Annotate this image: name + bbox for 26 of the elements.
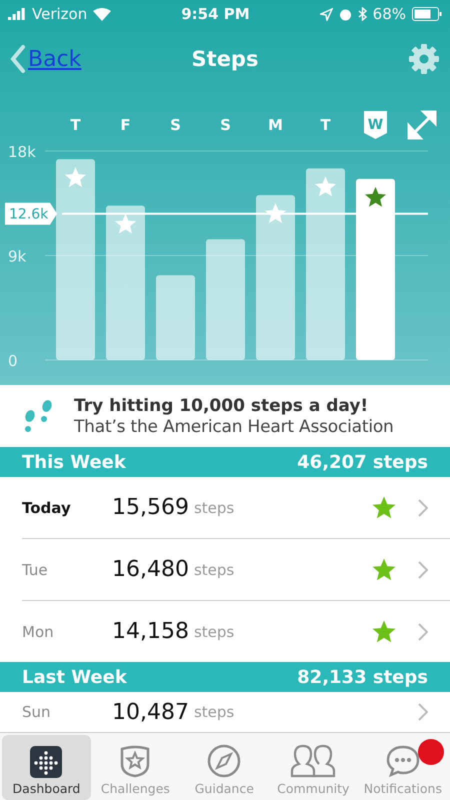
steps-unit: steps bbox=[194, 560, 234, 578]
step-count: 16,480 bbox=[112, 557, 189, 582]
week-header: Last Week 82,133 steps bbox=[0, 662, 450, 692]
step-count: 14,158 bbox=[112, 619, 189, 644]
steps-unit: steps bbox=[194, 498, 234, 516]
axis-label: 0 bbox=[8, 352, 18, 370]
steps-unit: steps bbox=[194, 703, 234, 721]
x-tick-label: W bbox=[368, 117, 384, 133]
clock-time: 9:54 PM bbox=[181, 5, 250, 23]
axis-label: 9k bbox=[8, 248, 26, 266]
day-label: Mon bbox=[22, 622, 55, 640]
week-header: This Week 46,207 steps bbox=[0, 447, 450, 477]
tip-subtitle: That’s the American Heart Association bbox=[74, 416, 394, 436]
tip-title: Try hitting 10,000 steps a day! bbox=[74, 396, 370, 416]
day-label: Sun bbox=[22, 703, 52, 721]
steps-unit: steps bbox=[194, 622, 234, 640]
axis-label: 18k bbox=[8, 143, 36, 161]
carrier-name: Verizon bbox=[32, 5, 88, 23]
day-label: Tue bbox=[22, 560, 49, 578]
day-label: Today bbox=[22, 498, 72, 516]
battery-percent: 68% bbox=[372, 5, 406, 23]
step-count: 10,487 bbox=[112, 700, 189, 724]
ref-line-label: 12.6k bbox=[9, 206, 50, 223]
screen-title: Steps bbox=[192, 47, 258, 71]
average-tag: 12.6k bbox=[5, 202, 57, 225]
step-count: 15,569 bbox=[112, 495, 189, 520]
